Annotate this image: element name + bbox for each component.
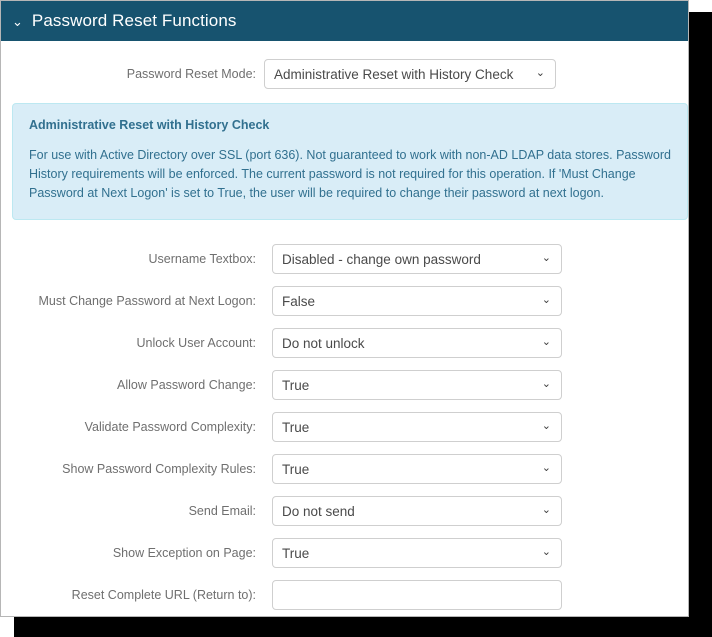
label-unlock-user-account: Unlock User Account: [136, 336, 257, 350]
allow-password-change-wrapper: True ⌄ [272, 370, 562, 400]
label-validate-password-complexity: Validate Password Complexity: [84, 420, 256, 434]
chevron-down-icon[interactable]: ⌄ [12, 15, 23, 28]
label-show-exception-on-page: Show Exception on Page: [112, 546, 256, 560]
unlock-user-account-wrapper: Do not unlock ⌄ [272, 328, 562, 358]
form-row-reset-complete-url: Reset Complete URL (Return to): [1, 574, 688, 616]
form-row-username-textbox: Username Textbox: Disabled - change own p… [1, 238, 688, 280]
show-password-complexity-rules-wrapper: True ⌄ [272, 454, 562, 484]
reset-complete-url-wrapper [272, 580, 562, 610]
alert-title: Administrative Reset with History Check [29, 118, 270, 132]
label-show-password-complexity-rules: Show Password Complexity Rules: [62, 462, 256, 476]
panel-header[interactable]: ⌄ Password Reset Functions [1, 1, 688, 41]
alert-body-text: For use with Active Directory over SSL (… [29, 148, 671, 200]
label-password-reset-mode: Password Reset Mode: [126, 67, 256, 81]
username-textbox-wrapper: Disabled - change own password ⌄ [272, 244, 562, 274]
form-row-show-password-complexity-rules: Show Password Complexity Rules: True ⌄ [1, 448, 688, 490]
label-username-textbox: Username Textbox: [148, 252, 256, 266]
label-reset-complete-url: Reset Complete URL (Return to): [71, 588, 256, 602]
form-row-must-change-password-at-next-logon: Must Change Password at Next Logon: False… [1, 280, 688, 322]
unlock-user-account-select[interactable]: Do not unlock [272, 328, 562, 358]
form-row-send-email: Send Email: Do not send ⌄ [1, 490, 688, 532]
validate-password-complexity-wrapper: True ⌄ [272, 412, 562, 442]
screenshot-root: ⌄ Password Reset Functions Password Rese… [0, 0, 712, 637]
send-email-wrapper: Do not send ⌄ [272, 496, 562, 526]
form-row-validate-password-complexity: Validate Password Complexity: True ⌄ [1, 406, 688, 448]
label-must-change-password-at-next-logon: Must Change Password at Next Logon: [38, 294, 256, 308]
label-allow-password-change: Allow Password Change: [117, 378, 256, 392]
form-row-show-exception-on-page: Show Exception on Page: True ⌄ [1, 532, 688, 574]
page-title: Password Reset Functions [31, 11, 237, 30]
show-exception-on-page-select[interactable]: True [272, 538, 562, 568]
password-reset-mode-wrapper: Administrative Reset with History Check … [264, 59, 556, 89]
allow-password-change-select[interactable]: True [272, 370, 562, 400]
must-change-password-at-next-logon-wrapper: False ⌄ [272, 286, 562, 316]
form-row-password-reset-mode: Password Reset Mode: Administrative Rese… [1, 53, 688, 95]
send-email-select[interactable]: Do not send [272, 496, 562, 526]
password-reset-functions-panel: ⌄ Password Reset Functions Password Rese… [0, 0, 689, 617]
show-exception-on-page-wrapper: True ⌄ [272, 538, 562, 568]
label-send-email: Send Email: [188, 504, 256, 518]
reset-complete-url-input[interactable] [272, 580, 562, 610]
must-change-password-at-next-logon-select[interactable]: False [272, 286, 562, 316]
mode-description-alert: Administrative Reset with History Check … [12, 103, 688, 220]
form-row-unlock-user-account: Unlock User Account: Do not unlock ⌄ [1, 322, 688, 364]
show-password-complexity-rules-select[interactable]: True [272, 454, 562, 484]
validate-password-complexity-select[interactable]: True [272, 412, 562, 442]
settings-field-list: Username Textbox: Disabled - change own p… [1, 220, 688, 616]
password-reset-mode-select[interactable]: Administrative Reset with History Check [264, 59, 556, 89]
panel-body: Password Reset Mode: Administrative Rese… [1, 41, 688, 616]
username-textbox-select[interactable]: Disabled - change own password [272, 244, 562, 274]
form-row-allow-password-change: Allow Password Change: True ⌄ [1, 364, 688, 406]
